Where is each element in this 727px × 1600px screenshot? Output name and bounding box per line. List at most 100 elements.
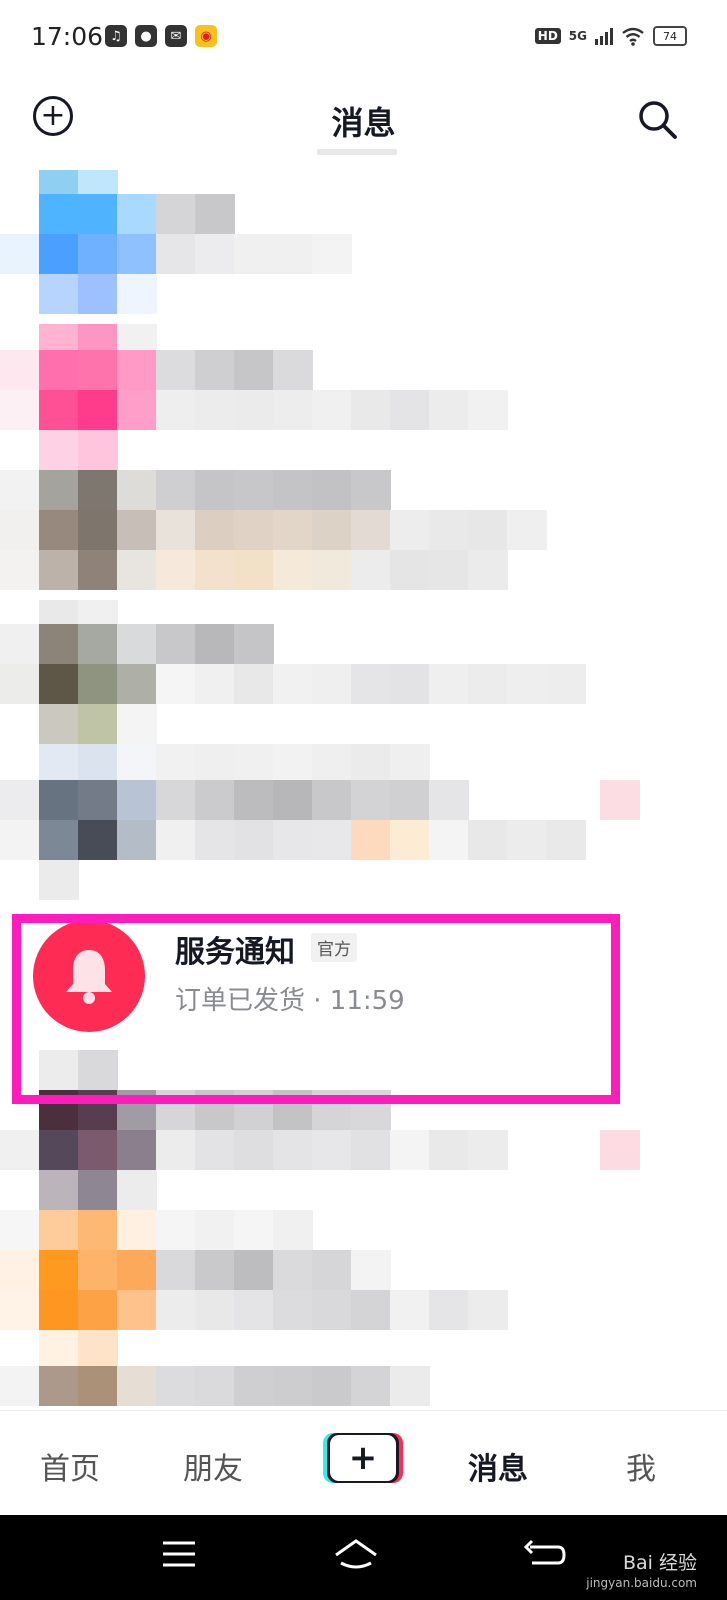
mosaic-cell	[273, 1210, 313, 1250]
mosaic-cell	[429, 510, 469, 550]
mosaic-cell	[156, 624, 196, 664]
status-bar: 17:06 ♫ ● ✉ ◉ HD 5G 74	[0, 0, 727, 80]
search-icon[interactable]	[636, 98, 680, 142]
mosaic-cell	[39, 1330, 79, 1370]
mosaic-cell	[39, 470, 79, 510]
mosaic-cell	[351, 390, 391, 430]
back-icon[interactable]	[520, 1535, 570, 1575]
mosaic-cell	[195, 1250, 235, 1290]
mosaic-cell	[39, 1170, 79, 1210]
mosaic-cell	[429, 820, 469, 860]
mosaic-cell	[234, 1366, 274, 1406]
mosaic-cell	[429, 1130, 469, 1170]
mosaic-cell	[78, 430, 118, 470]
mosaic-cell	[156, 390, 196, 430]
mosaic-cell	[312, 550, 352, 590]
mosaic-cell	[156, 350, 196, 390]
mosaic-cell	[351, 1250, 391, 1290]
mosaic-cell	[117, 624, 157, 664]
notification-icons: ♫ ● ✉ ◉	[105, 25, 217, 47]
wifi-icon	[622, 27, 644, 46]
mosaic-cell	[312, 470, 352, 510]
mosaic-cell	[351, 744, 391, 784]
mosaic-cell	[195, 470, 235, 510]
mosaic-cell	[273, 510, 313, 550]
mosaic-cell	[39, 1366, 79, 1406]
mosaic-cell	[117, 390, 157, 430]
tab-me[interactable]: 我	[626, 1444, 656, 1488]
mosaic-cell	[39, 1210, 79, 1250]
mosaic-cell	[156, 1250, 196, 1290]
mosaic-cell	[39, 274, 79, 314]
mosaic-cell	[156, 744, 196, 784]
mosaic-cell	[468, 820, 508, 860]
mosaic-cell	[78, 1130, 118, 1170]
bottom-nav: 首页 朋友 + 消息 我	[0, 1410, 727, 1516]
mosaic-cell	[273, 1290, 313, 1330]
mosaic-cell	[468, 550, 508, 590]
chat-app-icon: ●	[135, 25, 157, 47]
conversation-list[interactable]	[0, 170, 727, 1410]
mosaic-cell	[156, 1290, 196, 1330]
mosaic-cell	[78, 1250, 118, 1290]
mosaic-cell	[117, 1130, 157, 1170]
mosaic-cell	[0, 820, 40, 860]
mosaic-cell	[390, 1366, 430, 1406]
mosaic-cell	[195, 234, 235, 274]
tab-friends[interactable]: 朋友	[183, 1444, 243, 1488]
mosaic-cell	[0, 234, 40, 274]
mosaic-cell	[117, 274, 157, 314]
mosaic-cell	[234, 550, 274, 590]
create-button[interactable]: +	[327, 1433, 399, 1483]
mosaic-cell	[78, 1210, 118, 1250]
mosaic-cell	[429, 780, 469, 820]
mosaic-cell	[156, 664, 196, 704]
mosaic-cell	[273, 350, 313, 390]
home-icon[interactable]	[331, 1535, 381, 1575]
mosaic-cell	[0, 780, 40, 820]
mosaic-cell	[39, 234, 79, 274]
mosaic-cell	[312, 510, 352, 550]
mosaic-cell	[117, 1170, 157, 1210]
mosaic-cell	[390, 1130, 430, 1170]
mosaic-cell	[234, 1290, 274, 1330]
mosaic-cell	[39, 1290, 79, 1330]
mosaic-cell	[78, 780, 118, 820]
mosaic-cell	[156, 510, 196, 550]
mosaic-cell	[78, 390, 118, 430]
mosaic-cell	[39, 510, 79, 550]
mosaic-cell	[0, 624, 40, 664]
header: + 消息	[0, 80, 727, 170]
mosaic-cell	[546, 820, 586, 860]
mosaic-cell	[390, 550, 430, 590]
tab-messages[interactable]: 消息	[468, 1444, 528, 1488]
tab-home[interactable]: 首页	[40, 1444, 100, 1488]
mosaic-cell	[273, 780, 313, 820]
mosaic-cell	[39, 704, 79, 744]
mosaic-cell	[117, 350, 157, 390]
mosaic-cell	[195, 194, 235, 234]
mosaic-cell	[195, 550, 235, 590]
mosaic-cell	[234, 1250, 274, 1290]
mosaic-cell	[351, 780, 391, 820]
menu-icon[interactable]	[157, 1535, 207, 1575]
mosaic-cell	[0, 664, 40, 704]
mosaic-cell	[195, 1210, 235, 1250]
mosaic-cell	[117, 744, 157, 784]
mosaic-cell	[195, 350, 235, 390]
mosaic-cell	[78, 510, 118, 550]
mosaic-cell	[78, 194, 118, 234]
mosaic-cell	[195, 664, 235, 704]
mosaic-cell	[39, 624, 79, 664]
mosaic-cell	[351, 1130, 391, 1170]
mosaic-cell	[195, 390, 235, 430]
title-underline	[317, 149, 397, 155]
mosaic-cell	[390, 744, 430, 784]
mosaic-cell	[0, 390, 40, 430]
mosaic-cell	[78, 744, 118, 784]
mosaic-cell	[351, 510, 391, 550]
mosaic-cell	[78, 1290, 118, 1330]
mosaic-cell	[117, 234, 157, 274]
mosaic-cell	[39, 1130, 79, 1170]
mosaic-cell	[351, 820, 391, 860]
